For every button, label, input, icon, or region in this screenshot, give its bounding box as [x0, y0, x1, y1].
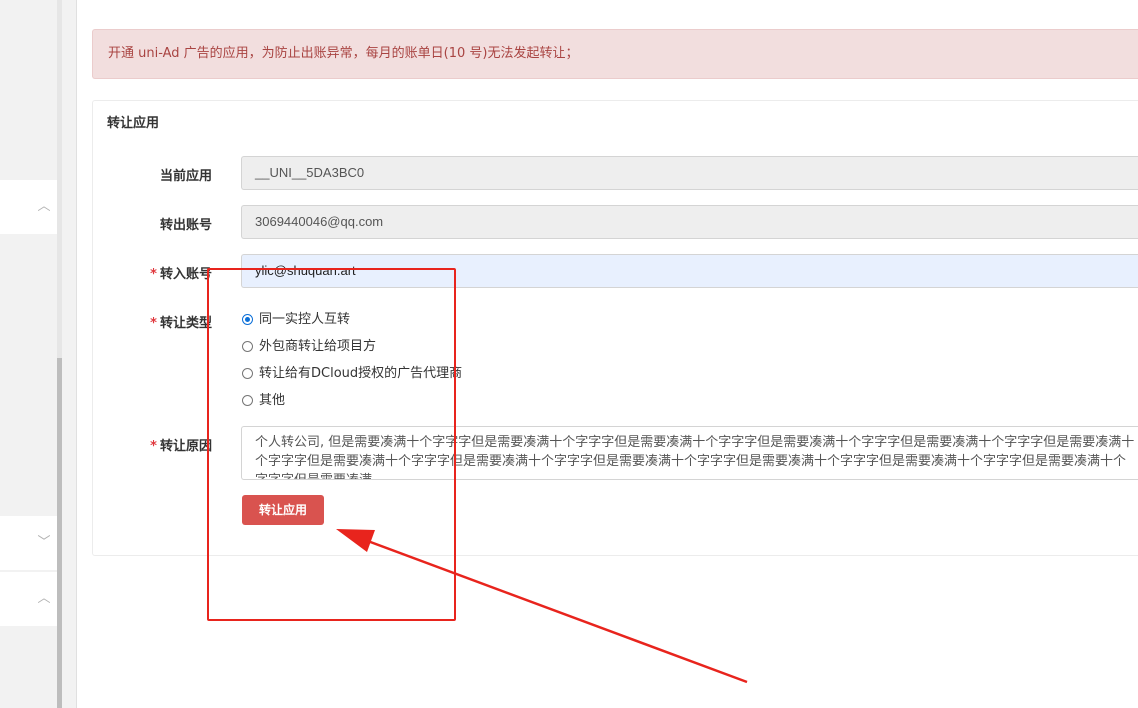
annotation-arrow-icon — [336, 529, 748, 684]
arrow-head — [336, 529, 375, 552]
arrow-shaft — [364, 538, 748, 684]
